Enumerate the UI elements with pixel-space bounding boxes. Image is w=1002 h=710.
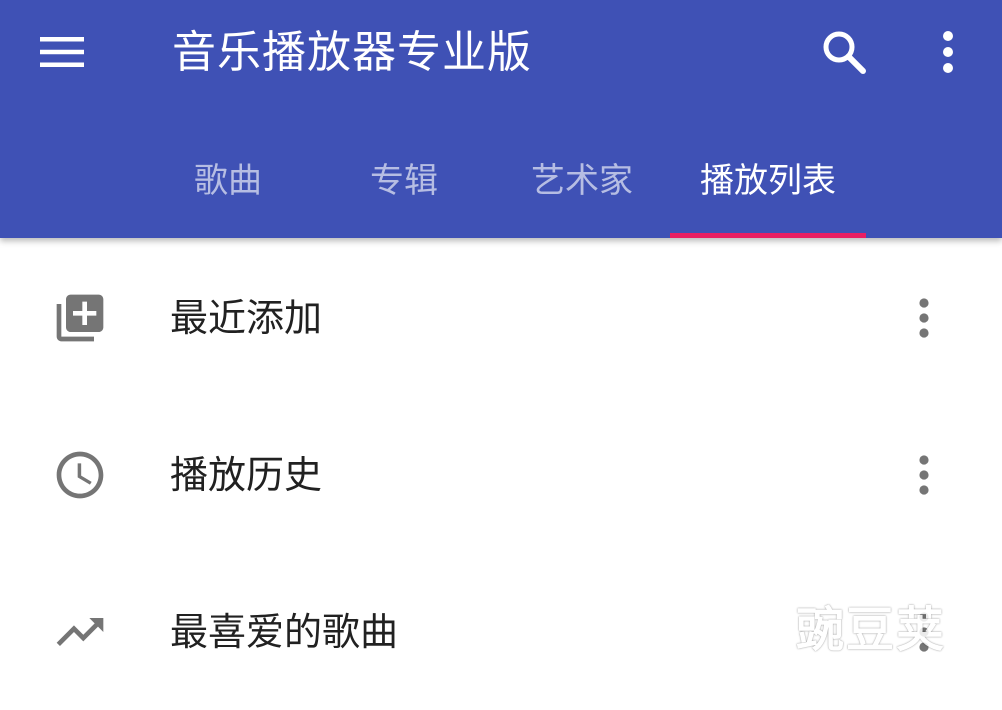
- playlist-item-label: 播放历史: [170, 453, 323, 497]
- tab-indicator: [670, 233, 866, 238]
- watermark: 豌豆荚: [672, 560, 972, 680]
- playlist-item-more-button[interactable]: [896, 282, 952, 354]
- trending-up-icon: [50, 602, 110, 662]
- library-add-icon: [50, 288, 110, 348]
- tab-songs[interactable]: 歌曲: [150, 140, 306, 222]
- overflow-menu-button[interactable]: [916, 18, 980, 86]
- app-title: 音乐播放器专业版: [172, 27, 532, 78]
- more-vertical-icon: [919, 455, 929, 495]
- playlist-item-more-button[interactable]: [896, 439, 952, 511]
- search-icon: [823, 31, 866, 74]
- watermark-text: 豌豆荚: [796, 602, 947, 658]
- playlist-item-label: 最近添加: [170, 296, 323, 340]
- tab-playlists[interactable]: 播放列表: [670, 140, 866, 222]
- tab-albums[interactable]: 专辑: [328, 140, 480, 222]
- app-toolbar: 音乐播放器专业版 歌曲 专辑 艺术家 播放列表: [0, 0, 1002, 238]
- menu-button[interactable]: [22, 18, 102, 86]
- clock-icon: [50, 445, 110, 505]
- playlist-item-label: 最喜爱的歌曲: [170, 610, 399, 654]
- more-vertical-icon: [943, 31, 953, 73]
- tab-artists[interactable]: 艺术家: [505, 140, 659, 222]
- pea-pod-logo-icon: [677, 565, 775, 667]
- search-button[interactable]: [808, 18, 880, 86]
- playlist-item-recently-added[interactable]: 最近添加: [0, 240, 1002, 396]
- hamburger-menu-icon: [40, 37, 84, 67]
- playlist-item-play-history[interactable]: 播放历史: [0, 397, 1002, 553]
- more-vertical-icon: [919, 298, 929, 338]
